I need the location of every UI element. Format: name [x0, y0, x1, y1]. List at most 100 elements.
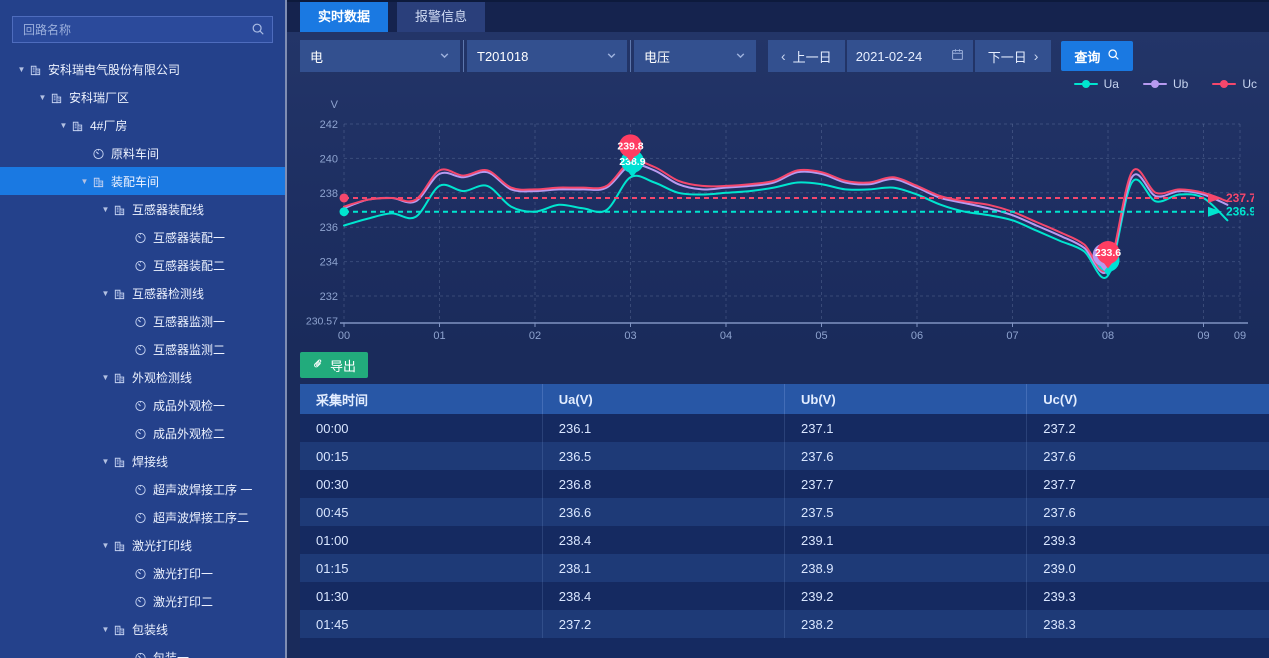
legend-item-uc[interactable]: Uc — [1212, 77, 1257, 91]
gauge-icon — [134, 483, 153, 496]
energy-type-value: 电 — [310, 47, 323, 66]
tree-node[interactable]: ▼4#厂房 — [0, 111, 285, 139]
tree-node[interactable]: ▼安科瑞电气股份有限公司 — [0, 55, 285, 83]
table-cell: 00:30 — [300, 470, 542, 498]
tree-node-label: 原料车间 — [111, 145, 159, 162]
date-picker[interactable]: 2021-02-24 — [847, 40, 973, 72]
table-cell: 237.6 — [785, 442, 1027, 470]
tree-node[interactable]: 激光打印二 — [0, 587, 285, 615]
device-select[interactable]: T201018 — [467, 40, 627, 72]
search-input[interactable] — [12, 16, 273, 43]
tree-node[interactable]: 成品外观检一 — [0, 391, 285, 419]
table-cell: 238.4 — [542, 526, 784, 554]
tree-node[interactable]: ▼互感器装配线 — [0, 195, 285, 223]
tree-node-label: 焊接线 — [132, 453, 168, 470]
next-day-button[interactable]: 下一日 › — [975, 40, 1052, 72]
tree-node[interactable]: ▼包装线 — [0, 615, 285, 643]
tree-node-label: 成品外观检一 — [153, 397, 225, 414]
tab-alarm-info[interactable]: 报警信息 — [397, 2, 485, 32]
table-section: 导出 采集时间Ua(V)Ub(V)Uc(V) 00:00236.1237.123… — [287, 346, 1269, 658]
tree-node[interactable]: 互感器监测二 — [0, 335, 285, 363]
legend-label: Ua — [1104, 77, 1119, 91]
gauge-icon — [134, 567, 153, 580]
export-button[interactable]: 导出 — [300, 352, 368, 378]
caret-down-icon[interactable]: ▼ — [14, 65, 29, 74]
caret-down-icon[interactable]: ▼ — [35, 93, 50, 102]
divider — [630, 40, 631, 72]
svg-text:08: 08 — [1102, 330, 1114, 342]
table-row[interactable]: 01:00238.4239.1239.3 — [300, 526, 1269, 554]
caret-down-icon[interactable]: ▼ — [98, 205, 113, 214]
tree-node[interactable]: 互感器装配二 — [0, 251, 285, 279]
device-tree: ▼安科瑞电气股份有限公司▼安科瑞厂区▼4#厂房原料车间▼装配车间▼互感器装配线互… — [0, 55, 285, 658]
caret-down-icon[interactable]: ▼ — [98, 625, 113, 634]
svg-text:233.6: 233.6 — [1095, 247, 1121, 259]
table-row[interactable]: 01:15238.1238.9239.0 — [300, 554, 1269, 582]
tree-node-label: 互感器检测线 — [132, 285, 204, 302]
table-header: Ua(V) — [542, 384, 784, 414]
caret-down-icon[interactable]: ▼ — [98, 373, 113, 382]
gauge-icon — [134, 511, 153, 524]
svg-text:239.8: 239.8 — [617, 140, 643, 152]
tree-node[interactable]: ▼ 互感器检测线 — [0, 279, 285, 307]
svg-text:06: 06 — [911, 330, 923, 342]
tree-node[interactable]: ▼ 焊接线 — [0, 447, 285, 475]
tree-node[interactable]: 互感器装配一 — [0, 223, 285, 251]
tree-node-label: 超声波焊接工序 一 — [153, 481, 252, 498]
tree-node[interactable]: 成品外观检二 — [0, 419, 285, 447]
parameter-select[interactable]: 电压 — [634, 40, 756, 72]
gauge-icon — [134, 343, 153, 356]
tree-node[interactable]: 超声波焊接工序二 — [0, 503, 285, 531]
tree-node[interactable]: 包装一 — [0, 643, 285, 658]
table-row[interactable]: 01:45237.2238.2238.3 — [300, 610, 1269, 638]
table-row[interactable]: 00:45236.6237.5237.6 — [300, 498, 1269, 526]
filter-row: 电 T201018 电压 ‹ 上一日 — [300, 40, 1269, 72]
tree-node[interactable]: ▼装配车间 — [0, 167, 285, 195]
svg-text:07: 07 — [1006, 330, 1018, 342]
table-row[interactable]: 00:15236.5237.6237.6 — [300, 442, 1269, 470]
table-cell: 237.1 — [785, 414, 1027, 442]
table-row[interactable]: 00:00236.1237.1237.2 — [300, 414, 1269, 442]
caret-down-icon[interactable]: ▼ — [77, 177, 92, 186]
table-cell: 237.6 — [1027, 442, 1269, 470]
legend-item-ua[interactable]: Ua — [1074, 77, 1119, 91]
tree-node[interactable]: ▼激光打印线 — [0, 531, 285, 559]
tree-node[interactable]: ▼安科瑞厂区 — [0, 83, 285, 111]
gauge-icon — [134, 427, 153, 440]
gauge-icon — [134, 315, 153, 328]
table-cell: 236.1 — [542, 414, 784, 442]
table-row[interactable]: 01:30238.4239.2239.3 — [300, 582, 1269, 610]
caret-down-icon[interactable]: ▼ — [56, 121, 71, 130]
table-cell: 239.1 — [785, 526, 1027, 554]
table-cell: 00:15 — [300, 442, 542, 470]
table-row[interactable]: 00:30236.8237.7237.7 — [300, 470, 1269, 498]
building-icon — [92, 175, 111, 188]
tree-node[interactable]: 超声波焊接工序 一 — [0, 475, 285, 503]
tree-node[interactable]: 原料车间 — [0, 139, 285, 167]
building-icon — [113, 455, 132, 468]
data-table: 采集时间Ua(V)Ub(V)Uc(V) 00:00236.1237.1237.2… — [300, 384, 1269, 638]
energy-type-select[interactable]: 电 — [300, 40, 460, 72]
legend-item-ub[interactable]: Ub — [1143, 77, 1188, 91]
tree-node-label: 外观检测线 — [132, 369, 192, 386]
query-button[interactable]: 查询 — [1061, 41, 1133, 71]
search-icon[interactable] — [251, 22, 265, 41]
caret-down-icon[interactable]: ▼ — [98, 457, 113, 466]
calendar-icon — [951, 48, 964, 64]
chevron-right-icon: › — [1034, 48, 1039, 64]
tree-node[interactable]: 激光打印一 — [0, 559, 285, 587]
tree-node[interactable]: 互感器监测一 — [0, 307, 285, 335]
legend-marker — [1143, 83, 1167, 85]
table-header: 采集时间 — [300, 384, 542, 414]
tree-node-label: 超声波焊接工序二 — [153, 509, 249, 526]
tree-node[interactable]: ▼ 外观检测线 — [0, 363, 285, 391]
table-cell: 236.6 — [542, 498, 784, 526]
tab-realtime-data[interactable]: 实时数据 — [300, 2, 388, 32]
caret-down-icon[interactable]: ▼ — [98, 289, 113, 298]
prev-day-button[interactable]: ‹ 上一日 — [768, 40, 845, 72]
svg-text:01: 01 — [433, 330, 445, 342]
svg-text:02: 02 — [529, 330, 541, 342]
date-nav: ‹ 上一日 2021-02-24 下一日 › — [768, 40, 1051, 72]
caret-down-icon[interactable]: ▼ — [98, 541, 113, 550]
table-cell: 01:15 — [300, 554, 542, 582]
